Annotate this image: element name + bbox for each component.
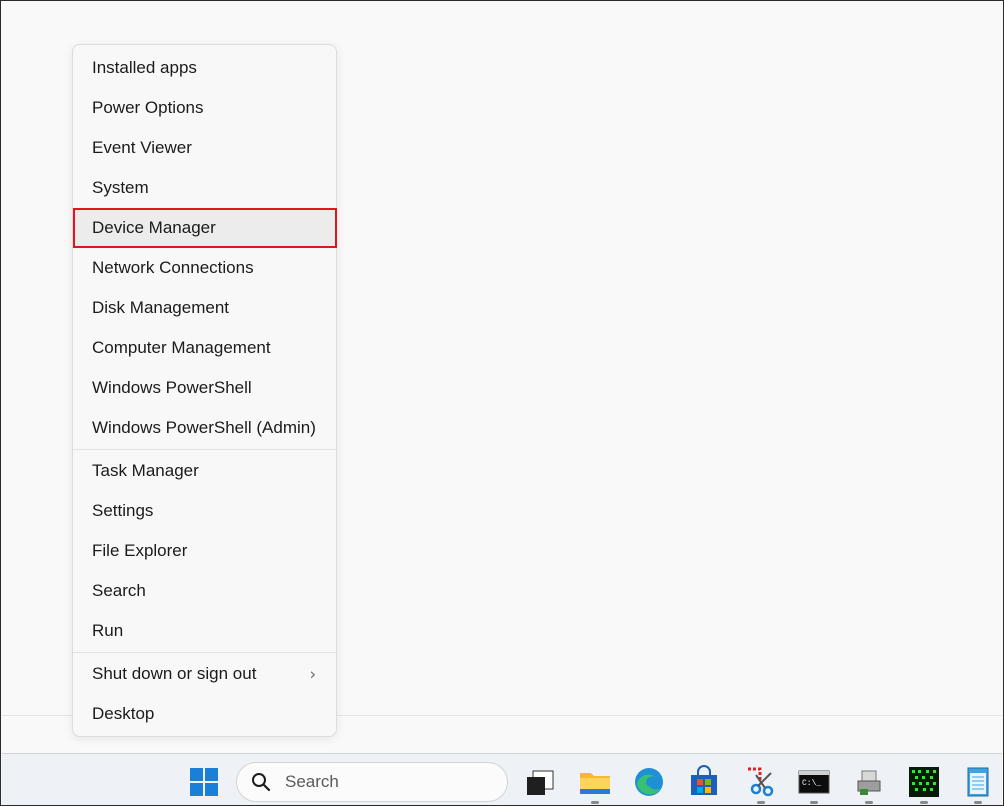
chevron-right-icon: › bbox=[309, 664, 316, 684]
terminal-green-icon[interactable] bbox=[907, 765, 941, 799]
desktop: Installed apps Power Options Event Viewe… bbox=[0, 0, 1004, 806]
running-indicator bbox=[757, 801, 765, 804]
menu-item-label: Run bbox=[92, 621, 124, 640]
menu-item-label: Computer Management bbox=[92, 338, 271, 357]
running-indicator bbox=[810, 801, 818, 804]
menu-item-disk-management[interactable]: Disk Management bbox=[73, 288, 336, 328]
menu-item-desktop[interactable]: Desktop bbox=[73, 694, 336, 734]
menu-item-label: Task Manager bbox=[92, 461, 199, 480]
menu-item-label: Event Viewer bbox=[92, 138, 192, 157]
menu-item-power-options[interactable]: Power Options bbox=[73, 88, 336, 128]
menu-item-installed-apps[interactable]: Installed apps bbox=[73, 48, 336, 88]
menu-item-label: Settings bbox=[92, 501, 154, 520]
menu-item-label: Power Options bbox=[92, 98, 204, 117]
file-explorer-icon[interactable] bbox=[578, 765, 612, 799]
running-indicator bbox=[920, 801, 928, 804]
running-indicator bbox=[974, 801, 982, 804]
menu-item-shut-down-or-sign-out[interactable]: Shut down or sign out › bbox=[73, 654, 336, 694]
taskbar-search-box[interactable] bbox=[236, 762, 508, 802]
task-view-icon[interactable] bbox=[523, 765, 557, 799]
quick-link-menu: Installed apps Power Options Event Viewe… bbox=[72, 44, 337, 737]
menu-item-computer-management[interactable]: Computer Management bbox=[73, 328, 336, 368]
menu-item-label: Windows PowerShell bbox=[92, 378, 252, 397]
menu-item-task-manager[interactable]: Task Manager bbox=[73, 451, 336, 491]
menu-item-event-viewer[interactable]: Event Viewer bbox=[73, 128, 336, 168]
menu-item-windows-powershell[interactable]: Windows PowerShell bbox=[73, 368, 336, 408]
search-input[interactable] bbox=[283, 771, 487, 793]
running-indicator bbox=[865, 801, 873, 804]
menu-item-windows-powershell-admin[interactable]: Windows PowerShell (Admin) bbox=[73, 408, 336, 448]
menu-item-label: Search bbox=[92, 581, 146, 600]
menu-item-label: Device Manager bbox=[92, 218, 216, 237]
edge-icon[interactable] bbox=[632, 765, 666, 799]
microsoft-store-icon[interactable] bbox=[687, 765, 721, 799]
command-prompt-icon[interactable]: C:\_ bbox=[797, 765, 831, 799]
menu-item-system[interactable]: System bbox=[73, 168, 336, 208]
menu-item-network-connections[interactable]: Network Connections bbox=[73, 248, 336, 288]
windows-start-icon[interactable] bbox=[189, 767, 219, 797]
menu-separator bbox=[73, 449, 336, 450]
menu-item-label: System bbox=[92, 178, 149, 197]
menu-item-label: Windows PowerShell (Admin) bbox=[92, 418, 316, 437]
menu-item-run[interactable]: Run bbox=[73, 611, 336, 651]
menu-item-label: Network Connections bbox=[92, 258, 254, 277]
menu-item-label: Shut down or sign out bbox=[92, 664, 257, 683]
menu-separator bbox=[73, 652, 336, 653]
menu-item-device-manager[interactable]: Device Manager bbox=[73, 208, 337, 248]
search-icon bbox=[252, 773, 271, 792]
svg-text:C:\_: C:\_ bbox=[802, 779, 821, 788]
running-indicator bbox=[591, 801, 599, 804]
menu-item-label: File Explorer bbox=[92, 541, 188, 560]
menu-item-label: Installed apps bbox=[92, 58, 197, 77]
menu-item-label: Desktop bbox=[92, 704, 155, 723]
menu-item-search[interactable]: Search bbox=[73, 571, 336, 611]
snipping-tool-icon[interactable] bbox=[744, 765, 778, 799]
menu-item-file-explorer[interactable]: File Explorer bbox=[73, 531, 336, 571]
menu-item-settings[interactable]: Settings bbox=[73, 491, 336, 531]
notepad-icon[interactable] bbox=[961, 765, 995, 799]
menu-item-label: Disk Management bbox=[92, 298, 230, 317]
device-icon[interactable] bbox=[852, 765, 886, 799]
